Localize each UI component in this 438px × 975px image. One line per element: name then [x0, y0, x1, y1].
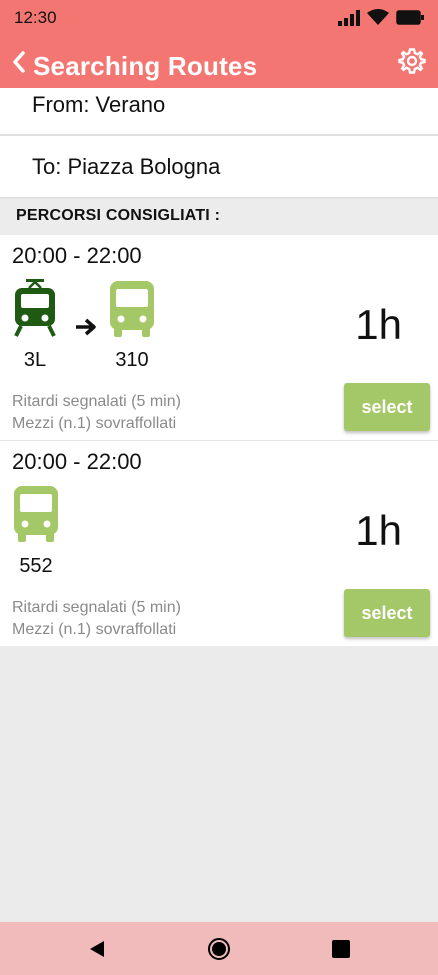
route-notes: Ritardi segnalati (5 min) Mezzi (n.1) so…	[12, 391, 181, 435]
delay-note: Ritardi segnalati (5 min)	[12, 393, 181, 410]
section-header: PERCORSI CONSIGLIATI :	[0, 199, 438, 235]
system-nav-bar	[0, 922, 438, 975]
route-card: 20:00 - 22:00 3L 310 1h Ritardi segnalat…	[0, 235, 438, 441]
arrow-right-icon	[76, 318, 96, 336]
nav-home-icon[interactable]	[207, 937, 231, 961]
delay-note: Ritardi segnalati (5 min)	[12, 599, 181, 616]
tram-icon	[13, 279, 59, 337]
battery-icon	[396, 10, 424, 25]
crowding-note: Mezzi (n.1) sovraffollati	[12, 621, 177, 638]
status-time: 12:30	[14, 8, 57, 27]
wifi-icon	[367, 9, 389, 25]
back-icon[interactable]	[8, 48, 32, 76]
route-line-number: 552	[19, 555, 53, 577]
signal-icon	[338, 9, 360, 26]
to-field-text: To: Piazza Bologna	[32, 154, 221, 179]
app-bar: Searching Routes	[0, 34, 438, 88]
route-notes: Ritardi segnalati (5 min) Mezzi (n.1) so…	[12, 597, 181, 641]
select-route-button[interactable]: select	[344, 383, 430, 431]
route-card: 20:00 - 22:00 552 1h Ritardi segnalati (…	[0, 441, 438, 646]
route-duration: 1h	[355, 507, 402, 554]
route-time-range: 20:00 - 22:00	[12, 243, 142, 268]
from-field[interactable]: From: Verano	[0, 88, 438, 136]
nav-back-icon[interactable]	[86, 937, 110, 961]
route-time-range: 20:00 - 22:00	[12, 449, 142, 474]
status-bar: 12:30	[0, 0, 438, 34]
route-line-number: 3L	[23, 349, 47, 371]
to-field[interactable]: To: Piazza Bologna	[0, 136, 438, 199]
select-route-button[interactable]: select	[344, 589, 430, 637]
route-duration: 1h	[355, 301, 402, 348]
gear-icon[interactable]	[398, 47, 426, 75]
bus-icon	[13, 486, 59, 542]
nav-recents-icon[interactable]	[329, 937, 353, 961]
route-line-number: 310	[115, 349, 149, 371]
from-field-text: From: Verano	[32, 92, 166, 117]
crowding-note: Mezzi (n.1) sovraffollati	[12, 415, 177, 432]
status-icons	[338, 9, 424, 26]
bus-icon	[109, 281, 155, 337]
page-title: Searching Routes	[33, 51, 258, 81]
section-label: PERCORSI CONSIGLIATI :	[16, 207, 221, 224]
